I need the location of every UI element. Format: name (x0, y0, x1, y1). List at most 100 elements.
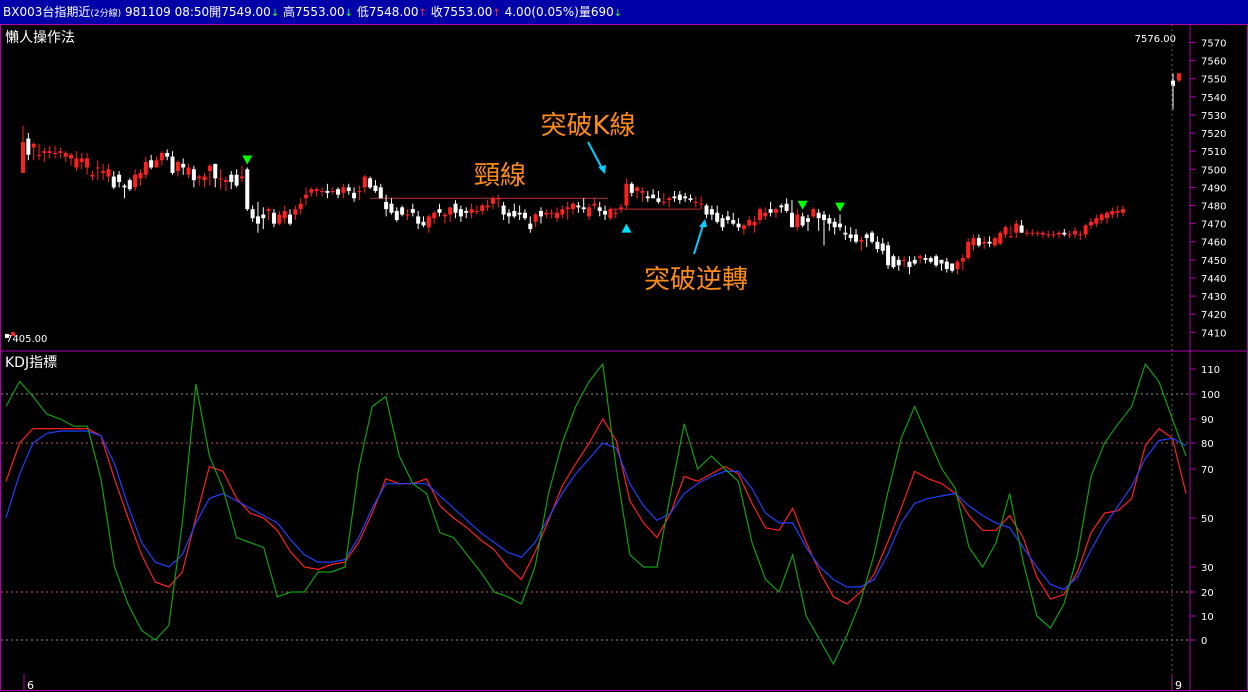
candle (1008, 236, 1013, 238)
candle (293, 209, 298, 215)
candle (715, 212, 720, 222)
candle (635, 187, 640, 192)
candle (250, 209, 255, 219)
candle (453, 203, 458, 213)
candle (549, 212, 554, 214)
y-tick-label: 7520 (1201, 129, 1226, 140)
candle (133, 174, 138, 188)
candle (613, 212, 618, 214)
candle (314, 189, 319, 192)
chart-area[interactable]: 懶人操作法 7576.00 7405.00 KDJ指標 頸線 突破K線 突破逆轉… (0, 24, 1248, 692)
change-value: 4.00 (504, 5, 532, 19)
candle (218, 178, 223, 180)
candle (699, 203, 704, 205)
candle (213, 163, 218, 179)
candle (368, 178, 373, 188)
candle (1177, 73, 1181, 81)
y-tick-label: 7470 (1201, 220, 1226, 231)
candle (506, 212, 511, 217)
candle (752, 221, 757, 226)
quote-date: 981109 (124, 5, 171, 19)
candle (458, 209, 463, 217)
candle (47, 151, 52, 153)
candle (656, 198, 661, 202)
candle (939, 259, 944, 264)
candle (731, 220, 736, 224)
candle (117, 174, 122, 182)
candle (79, 158, 84, 163)
y-tick-label: 100 (1201, 390, 1220, 401)
candle (480, 205, 485, 211)
candle (1056, 232, 1061, 235)
candle (357, 191, 362, 193)
candle (544, 212, 549, 215)
y-tick-label: 7510 (1201, 147, 1226, 158)
candle (245, 169, 250, 210)
candle (186, 167, 191, 175)
candle (661, 201, 666, 203)
y-tick-label: 7570 (1201, 38, 1226, 49)
candle (384, 201, 389, 210)
candle (736, 223, 741, 228)
low-label: 低 (356, 5, 369, 19)
candle (971, 238, 976, 246)
up-arrow-icon: ↑ (418, 8, 427, 19)
candle (789, 212, 794, 228)
candle (1003, 227, 1008, 235)
close-value: 7553.00 (442, 5, 493, 19)
candle (624, 183, 629, 206)
up-arrow-icon: ↑ (492, 8, 501, 19)
candle (352, 192, 357, 199)
y-tick-label: 70 (1201, 465, 1214, 476)
y-tick-label: 7560 (1201, 57, 1226, 68)
candle (1105, 212, 1110, 219)
candle (442, 214, 447, 217)
candle (37, 154, 42, 156)
candle (1014, 223, 1019, 233)
candle (896, 259, 901, 266)
candle (426, 216, 431, 228)
candle (341, 187, 346, 193)
candle (11, 332, 15, 337)
high-label: 高 (283, 5, 296, 19)
candle (822, 214, 826, 221)
candle (197, 176, 202, 179)
candle (181, 163, 186, 168)
candle (378, 187, 383, 199)
candle (31, 143, 36, 148)
y-tick-label: 7460 (1201, 238, 1226, 249)
neckline-annotation: 頸線 (474, 161, 526, 191)
kdj-panel-title: KDJ指標 (5, 355, 57, 371)
candle (950, 263, 955, 271)
y-tick-label: 110 (1201, 365, 1220, 376)
candle (651, 194, 656, 199)
candle (741, 225, 746, 230)
candle (1072, 230, 1077, 235)
candle (843, 232, 848, 235)
candle (805, 218, 810, 222)
candle (63, 152, 68, 157)
candle (159, 152, 164, 161)
candle (1121, 209, 1126, 213)
candle (122, 185, 127, 188)
candle (838, 223, 843, 228)
candle (560, 209, 565, 215)
y-tick-label: 30 (1201, 563, 1214, 574)
candle (394, 210, 399, 221)
candle (832, 221, 837, 228)
candle (907, 261, 912, 268)
candle (1051, 234, 1056, 236)
candle (1046, 234, 1051, 236)
candle (437, 209, 442, 213)
candle (138, 172, 143, 179)
candle (389, 203, 394, 213)
candle (667, 198, 672, 201)
candle (998, 232, 1003, 244)
candle (854, 234, 859, 242)
candle (757, 209, 762, 221)
x-tick-label: 6 (27, 679, 34, 692)
candle (1078, 234, 1083, 236)
candle (1110, 210, 1115, 215)
candle (90, 174, 95, 177)
y-tick-label: 7540 (1201, 93, 1226, 104)
